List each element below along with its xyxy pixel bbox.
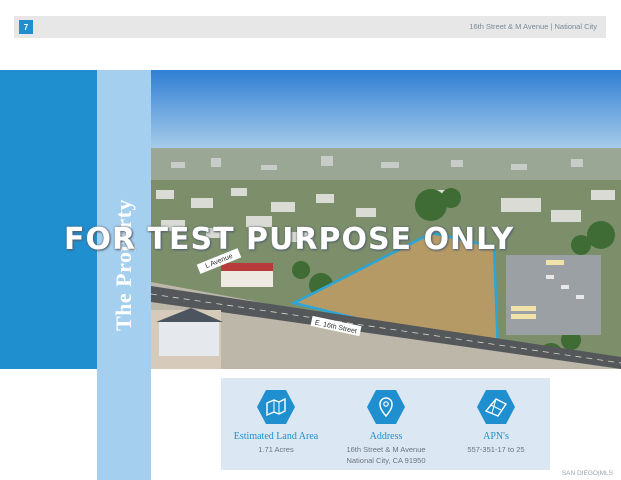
document-header-title: 16th Street & M Avenue | National City <box>469 22 597 31</box>
page-number-badge: 7 <box>19 20 33 34</box>
info-address: Address 16th Street & M Avenue National … <box>331 378 441 470</box>
info-label: Address <box>369 431 403 442</box>
aerial-photo-illustration: L Avenue E. 16th Street <box>151 70 621 369</box>
aerial-photo: L Avenue E. 16th Street <box>151 70 621 369</box>
property-info-panel: Estimated Land Area 1.71 Acres Address 1… <box>221 378 550 470</box>
header-bar: 7 16th Street & M Avenue | National City <box>14 16 606 38</box>
info-value: 1.71 Acres <box>258 445 294 454</box>
watermark-text: FOR TEST PURPOSE ONLY <box>64 222 515 257</box>
address-line-1: 16th Street & M Avenue <box>346 445 426 454</box>
info-label: Estimated Land Area <box>233 431 319 442</box>
info-value: 557-351-17 to 25 <box>467 445 525 454</box>
info-value: 16th Street & M Avenue National City, CA… <box>331 444 441 466</box>
section-title: The Property <box>111 198 136 332</box>
address-line-2: National City, CA 91950 <box>346 456 426 465</box>
land-map-icon <box>257 390 295 424</box>
info-apn: APN's 557-351-17 to 25 <box>441 378 551 470</box>
mls-logo-text: SAN DIEGO|MLS <box>561 470 613 477</box>
parcel-map-icon <box>477 390 515 424</box>
info-land-area: Estimated Land Area 1.71 Acres <box>221 378 331 470</box>
location-pin-icon <box>367 390 405 424</box>
accent-band-dark <box>0 70 97 369</box>
info-label: APN's <box>483 431 509 442</box>
